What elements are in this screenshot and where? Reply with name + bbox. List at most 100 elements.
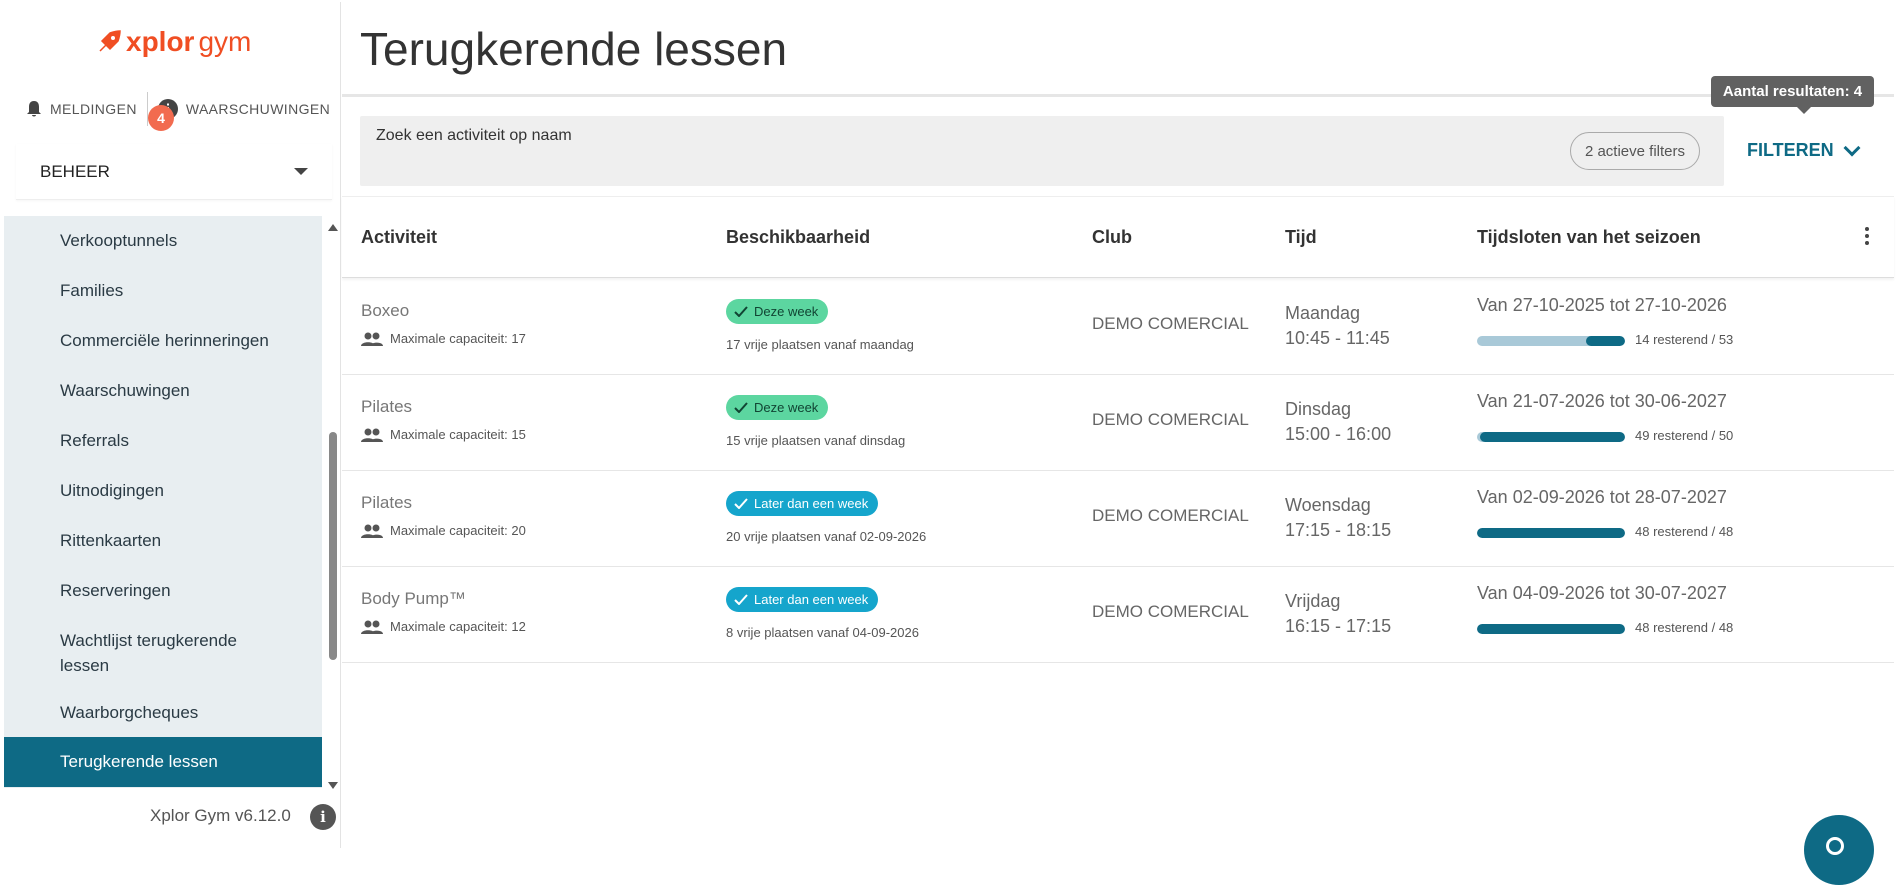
activity-name: Pilates: [361, 397, 413, 416]
chevron-down-icon: [1843, 139, 1861, 156]
sidebar-item-reserveringen[interactable]: Reserveringen: [4, 578, 322, 603]
search-icon: [1826, 837, 1844, 855]
season-range: Van 04-09-2026 tot 30-07-2027: [1477, 583, 1727, 603]
version-info-icon[interactable]: i: [310, 804, 336, 830]
sidebar: xplor gym MELDINGEN WAARSCHUWINGEN 4 BEH…: [4, 2, 341, 848]
sidebar-item-waarschuwingen[interactable]: Waarschuwingen: [4, 378, 322, 403]
check-icon: [734, 402, 748, 413]
status-badge: Later dan een week: [726, 587, 879, 612]
sidebar-item-commerciele-herinneringen[interactable]: Commerciële herinneringen: [4, 328, 322, 353]
search-field[interactable]: Zoek een activiteit op naam 2 actieve fi…: [360, 116, 1724, 186]
activity-name: Body Pump™: [361, 589, 466, 608]
remaining-progress-fill: [1585, 336, 1625, 346]
sidebar-item-uitnodigingen[interactable]: Uitnodigingen: [4, 478, 322, 503]
xplor-gym-logo[interactable]: xplor gym: [96, 26, 251, 58]
season-range: Van 27-10-2025 tot 27-10-2026: [1477, 295, 1727, 315]
status-badge: Deze week: [726, 395, 829, 420]
time-label: 17:15 - 18:15: [1285, 520, 1392, 540]
sidebar-scrollbar[interactable]: [326, 216, 340, 789]
day-label: Dinsdag: [1285, 399, 1352, 419]
bell-icon: [27, 101, 41, 117]
remaining-progress-bar: [1477, 624, 1625, 634]
active-filters-chip[interactable]: 2 actieve filters: [1569, 132, 1700, 170]
people-icon: [361, 332, 383, 346]
column-header-tijdsloten[interactable]: Tijdsloten van het seizoen: [1477, 227, 1701, 248]
sidebar-item-terugkerende-lessen[interactable]: Terugkerende lessen: [4, 737, 322, 787]
status-text: Deze week: [754, 304, 819, 319]
sidebar-item-rittenkaarten[interactable]: Rittenkaarten: [4, 528, 322, 553]
club-name: DEMO COMERCIAL: [1092, 314, 1249, 333]
waarschuwingen-label: WAARSCHUWINGEN: [185, 101, 331, 117]
capacity-text: Maximale capaciteit: 15: [390, 427, 526, 442]
status-text: Later dan een week: [754, 592, 869, 607]
page-title: Terugkerende lessen: [360, 23, 788, 75]
caret-down-icon: [294, 168, 308, 175]
title-divider: [342, 94, 1894, 97]
sidebar-item-referrals[interactable]: Referrals: [4, 428, 322, 453]
version-label: Xplor Gym v6.12.0: [150, 806, 291, 825]
remaining-text: 14 resterend / 53: [1635, 332, 1734, 347]
sidebar-item-waarborgcheques[interactable]: Waarborgcheques: [4, 700, 322, 725]
warnings-count-badge: 4: [148, 105, 174, 131]
check-icon: [734, 306, 748, 317]
search-placeholder: Zoek een activiteit op naam: [376, 127, 572, 144]
time-cell: Maandag 10:45 - 11:45: [1285, 301, 1390, 351]
time-cell: Dinsdag 15:00 - 16:00: [1285, 397, 1391, 447]
remaining-text: 49 resterend / 50: [1635, 428, 1734, 443]
table-row[interactable]: Pilates Maximale capaciteit: 15 Deze wee…: [342, 375, 1894, 471]
remaining-text: 48 resterend / 48: [1635, 524, 1734, 539]
sidebar-item-wachtlijst[interactable]: Wachtlijst terugkerende lessen: [4, 628, 322, 678]
column-header-tijd[interactable]: Tijd: [1285, 227, 1317, 248]
capacity-text: Maximale capaciteit: 17: [390, 331, 526, 346]
scrollbar-thumb[interactable]: [329, 432, 337, 660]
people-icon: [361, 524, 383, 538]
remaining-text: 48 resterend / 48: [1635, 620, 1734, 635]
table-header: Activiteit Beschikbaarheid Club Tijd Tij…: [342, 196, 1894, 278]
sidebar-item-verkooptunnels[interactable]: Verkooptunnels: [4, 228, 322, 253]
people-icon: [361, 428, 383, 442]
people-icon: [361, 620, 383, 634]
capacity: Maximale capaciteit: 15: [361, 427, 526, 442]
status-text: Later dan een week: [754, 496, 869, 511]
time-label: 10:45 - 11:45: [1285, 328, 1390, 348]
meldingen-link[interactable]: MELDINGEN: [26, 100, 137, 118]
table-row[interactable]: Pilates Maximale capaciteit: 20 Later da…: [342, 471, 1894, 567]
activity-name: Boxeo: [361, 301, 410, 320]
capacity-text: Maximale capaciteit: 12: [390, 619, 526, 634]
remaining-progress-fill: [1479, 432, 1625, 442]
table-row[interactable]: Body Pump™ Maximale capaciteit: 12 Later…: [342, 567, 1894, 663]
filter-toggle-button[interactable]: FILTEREN: [1747, 139, 1861, 161]
day-label: Maandag: [1285, 303, 1361, 323]
column-header-club[interactable]: Club: [1092, 227, 1132, 248]
waarschuwingen-link[interactable]: WAARSCHUWINGEN: [157, 99, 331, 119]
season-range: Van 02-09-2026 tot 28-07-2027: [1477, 487, 1727, 507]
check-icon: [734, 498, 748, 509]
club-name: DEMO COMERCIAL: [1092, 506, 1249, 525]
table-row[interactable]: Boxeo Maximale capaciteit: 17 Deze week …: [342, 279, 1894, 375]
check-icon: [734, 594, 748, 605]
scroll-up-arrow-icon[interactable]: [328, 224, 338, 231]
status-badge: Later dan een week: [726, 491, 879, 516]
logo-text-gym: gym: [198, 26, 252, 57]
sidebar-item-families[interactable]: Families: [4, 278, 322, 303]
availability-text: 15 vrije plaatsen vanaf dinsdag: [726, 433, 906, 448]
capacity: Maximale capaciteit: 20: [361, 523, 526, 538]
section-label: BEHEER: [40, 161, 110, 181]
capacity-text: Maximale capaciteit: 20: [390, 523, 526, 538]
day-label: Vrijdag: [1285, 591, 1341, 611]
column-header-activiteit[interactable]: Activiteit: [361, 227, 437, 248]
time-cell: Woensdag 17:15 - 18:15: [1285, 493, 1391, 543]
section-dropdown[interactable]: BEHEER: [16, 144, 332, 200]
remaining-progress-fill: [1477, 528, 1625, 538]
sidebar-menu: Verkooptunnels Families Commerciële heri…: [4, 216, 322, 788]
column-header-beschikbaarheid[interactable]: Beschikbaarheid: [726, 227, 870, 248]
remaining-progress-fill: [1477, 624, 1625, 634]
availability-text: 17 vrije plaatsen vanaf maandag: [726, 337, 914, 352]
day-label: Woensdag: [1285, 495, 1371, 515]
more-options-icon[interactable]: [1865, 227, 1869, 248]
results-count-tooltip: Aantal resultaten: 4: [1711, 76, 1874, 114]
scroll-down-arrow-icon[interactable]: [328, 782, 338, 789]
rocket-icon: [99, 30, 121, 52]
search-fab-button[interactable]: [1804, 815, 1874, 885]
logo-text-xplor: xplor: [126, 26, 195, 57]
